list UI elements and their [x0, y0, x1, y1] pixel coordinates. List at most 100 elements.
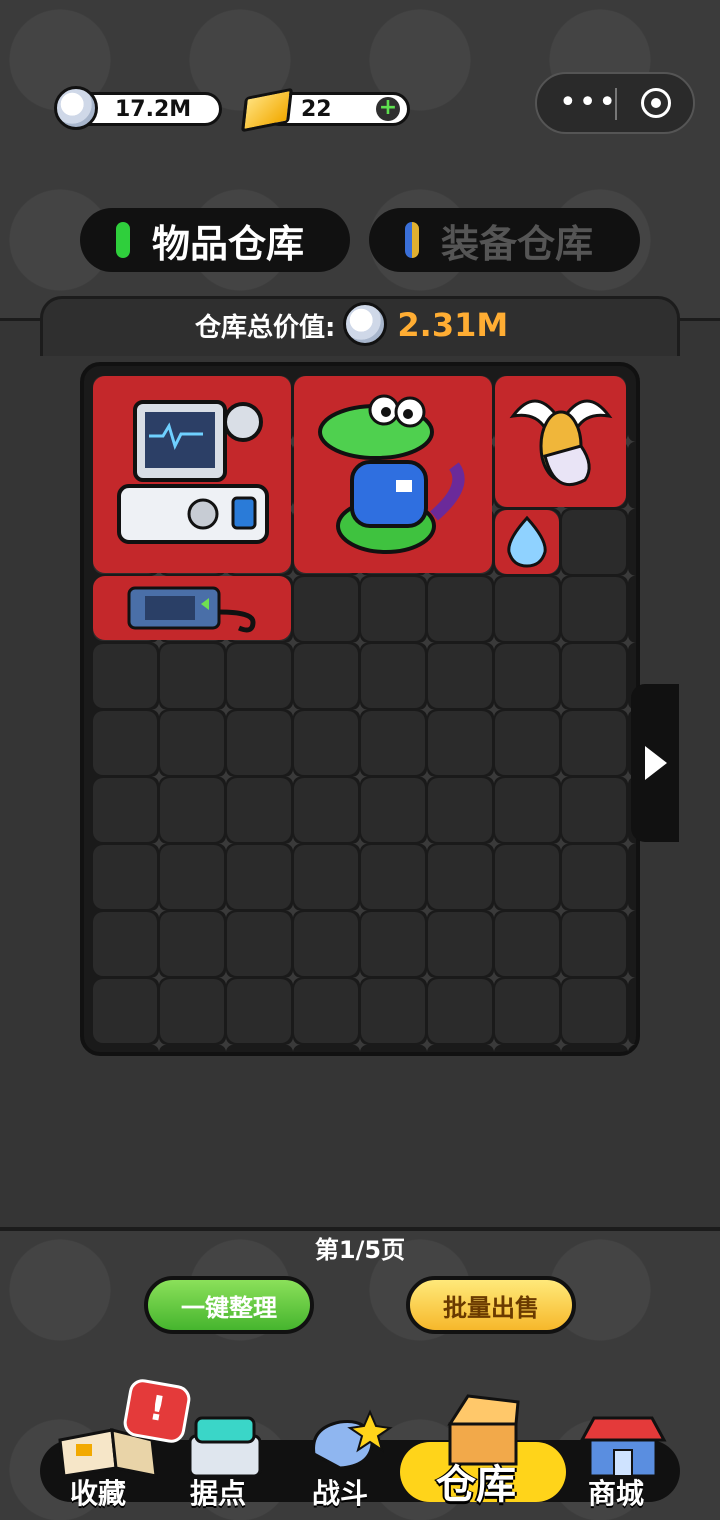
grid-cell[interactable]: ✦ [93, 912, 167, 988]
grid-cell[interactable]: ✦ [361, 644, 435, 720]
grid-cell[interactable]: ✦ [227, 845, 301, 921]
grid-cell[interactable]: ✦ [227, 644, 301, 720]
grid-cell[interactable]: ✦ [562, 845, 636, 921]
crocodile-icon [318, 394, 465, 554]
silver-amount: 17.2M [115, 96, 192, 122]
grid-cell[interactable]: ✦ [428, 845, 502, 921]
grid-cell[interactable]: ✦ [562, 711, 636, 787]
warehouse-total-value: 仓库总价值: 2.31M [195, 300, 508, 350]
total-value-amount: 2.31M [397, 306, 509, 344]
grid-cell[interactable]: ✦ [361, 845, 435, 921]
grid-cell[interactable]: ✦ [361, 778, 435, 854]
grid-cell[interactable]: ✦ [160, 912, 234, 988]
next-page-arrow[interactable] [631, 684, 679, 842]
scanner-gadget-icon [127, 586, 256, 633]
winged-charm-icon [509, 399, 613, 486]
grid-cell[interactable]: ✦ [160, 711, 234, 787]
grid-cell[interactable]: ✦ [428, 577, 502, 653]
grid-cell[interactable]: ✦ [562, 510, 636, 586]
grid-cell[interactable]: ✦ [93, 711, 167, 787]
grid-cell[interactable]: ✦ [361, 912, 435, 988]
item-winged-ghost-charm[interactable] [495, 376, 626, 507]
grid-cell[interactable]: ✦ [294, 845, 368, 921]
grid-cell[interactable]: ✦ [495, 912, 569, 988]
grid-cell[interactable]: ✦ [227, 778, 301, 854]
nav-label: 收藏 [70, 1477, 127, 1510]
grid-cell[interactable]: ✦ [160, 778, 234, 854]
nav-label: 商城 [588, 1477, 645, 1510]
grid-cell[interactable]: ✦ [495, 845, 569, 921]
grid-cell[interactable]: ✦ [294, 711, 368, 787]
grid-cell[interactable]: ✦ [562, 979, 636, 1055]
grid-cell[interactable]: ✦ [495, 711, 569, 787]
silver-coin-icon [54, 86, 98, 130]
grid-cell[interactable]: ✦ [227, 711, 301, 787]
grid-cell[interactable]: ✦ [361, 711, 435, 787]
sparkle-icon: ✦ [619, 1033, 637, 1057]
grid-cell[interactable]: ✦ [562, 778, 636, 854]
top-background [0, 0, 720, 320]
grid-cell[interactable]: ✦ [495, 577, 569, 653]
grid-cell[interactable]: ✦ [294, 979, 368, 1055]
grid-cell[interactable]: ✦ [428, 979, 502, 1055]
grid-cell[interactable]: ✦ [361, 979, 435, 1055]
grid-cell[interactable]: ✦ [93, 644, 167, 720]
more-menu-icon[interactable]: ••• [559, 88, 618, 118]
total-value-label: 仓库总价值: [195, 312, 336, 343]
nav-label: 仓库 [436, 1462, 516, 1508]
capsule-divider [615, 88, 617, 120]
nav-item-warehouse[interactable]: 仓库 [420, 1388, 546, 1510]
grid-cell[interactable]: ✦ [495, 644, 569, 720]
nav-item-base[interactable]: 据点 [180, 1410, 270, 1510]
crystal-drop-icon [507, 515, 547, 568]
battle-glove-icon [312, 1409, 393, 1470]
grid-cell[interactable]: ✦ [160, 979, 234, 1055]
close-target-icon[interactable] [641, 88, 671, 118]
grid-cell[interactable]: ✦ [93, 845, 167, 921]
grid-cell[interactable]: ✦ [294, 644, 368, 720]
grid-cell[interactable]: ✦ [294, 912, 368, 988]
grid-cell[interactable]: ✦ [495, 979, 569, 1055]
grid-cell[interactable]: ✦ [160, 845, 234, 921]
item-blue-crystal-drop[interactable] [495, 510, 559, 574]
grid-cell[interactable]: ✦ [227, 912, 301, 988]
silver-coin-icon [343, 302, 389, 348]
auto-sort-button[interactable]: 一键整理 [144, 1276, 314, 1334]
grid-cell[interactable]: ✦ [562, 912, 636, 988]
item-monitor-device[interactable] [93, 376, 291, 573]
grid-cell[interactable]: ✦ [93, 778, 167, 854]
nav-item-battle[interactable]: 战斗 [300, 1404, 396, 1510]
grid-cell[interactable]: ✦ [562, 644, 636, 720]
grid-cell[interactable]: ✦ [93, 979, 167, 1055]
tab-equipment-warehouse[interactable]: 装备仓库 [369, 208, 640, 272]
monitor-device-icon [117, 400, 269, 544]
tab-indicator-blue [405, 222, 419, 258]
grid-cell[interactable]: ✦ [428, 778, 502, 854]
gold-amount: 22 [301, 96, 332, 122]
shop-icon [579, 1416, 667, 1478]
nav-item-collection[interactable]: ! 收藏 [52, 1377, 193, 1510]
mini-program-capsule: ••• [535, 72, 695, 134]
grid-cell[interactable]: ✦ [562, 577, 636, 653]
grid-cell[interactable]: ✦ [428, 644, 502, 720]
grid-cell[interactable]: ✦ [428, 711, 502, 787]
grid-cell[interactable]: ✦ [227, 979, 301, 1055]
tab-label: 装备仓库 [441, 221, 594, 266]
grid-cell[interactable]: ✦ [495, 778, 569, 854]
page-indicator: 第1/5页 [314, 1236, 406, 1264]
grid-cell[interactable]: ✦ [428, 912, 502, 988]
item-scanner-gadget[interactable] [93, 576, 291, 640]
tab-item-warehouse[interactable]: 物品仓库 [80, 208, 350, 272]
nav-item-shop[interactable]: 商城 [574, 1410, 670, 1510]
grid-cell[interactable]: ✦ [294, 778, 368, 854]
add-gold-icon[interactable]: + [376, 97, 400, 121]
base-icon [188, 1416, 262, 1478]
nav-label: 据点 [190, 1477, 247, 1510]
grid-cell[interactable]: ✦ [160, 644, 234, 720]
grid-cell[interactable]: ✦ [294, 577, 368, 653]
bulk-sell-button[interactable]: 批量出售 [406, 1276, 576, 1334]
grid-cell[interactable]: ✦ [361, 577, 435, 653]
tab-indicator-green [116, 222, 130, 258]
item-crocodile-figure[interactable] [294, 376, 492, 573]
nav-label: 战斗 [312, 1477, 369, 1510]
